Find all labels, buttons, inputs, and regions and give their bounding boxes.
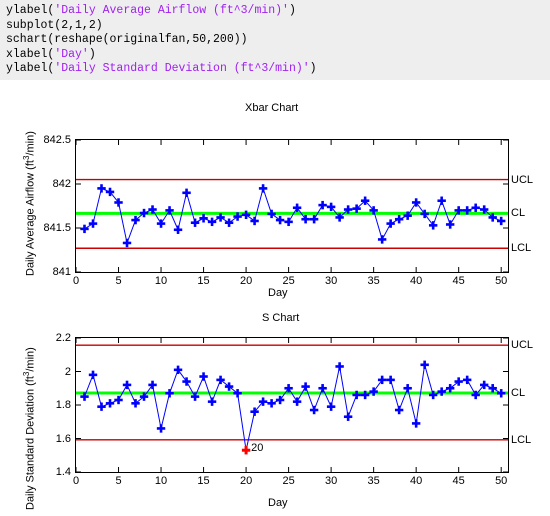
s-y-tick-label: 2 xyxy=(64,365,71,378)
s-chart-title: S Chart xyxy=(262,312,300,324)
code-token: ylabel( xyxy=(6,62,55,75)
xbar-x-tick-label: 0 xyxy=(72,275,80,287)
code-line: ylabel('Daily Average Airflow (ft^3/min)… xyxy=(6,4,544,19)
s-x-tick-label: 5 xyxy=(115,475,122,487)
xbar-x-tick-label: 10 xyxy=(154,275,168,287)
s-x-tick-label: 25 xyxy=(282,475,295,487)
code-snippet-block: ylabel('Daily Average Airflow (ft^3/min)… xyxy=(0,0,550,80)
xbar-x-tick-label: 20 xyxy=(239,275,253,287)
s-x-tick-label: 35 xyxy=(367,475,380,487)
code-line: schart(reshape(originalfan,50,200)) xyxy=(6,33,544,48)
xbar-chart-panel: Xbar Chart Daily Average Airflow (ft3/mi… xyxy=(0,80,550,299)
code-line: ylabel('Daily Standard Deviation (ft^3/m… xyxy=(6,62,544,77)
s-x-tick-label: 20 xyxy=(239,475,253,487)
code-string: 'Day' xyxy=(54,47,89,61)
s-y-tick-label: 1.4 xyxy=(55,466,71,478)
s-x-tick-label: 10 xyxy=(154,475,168,487)
code-token: ) xyxy=(309,62,317,75)
xbar-y-tick-label: 842.5 xyxy=(43,134,71,146)
s-y-tick-label: 1.6 xyxy=(55,432,71,445)
s-violation-label: 20 xyxy=(251,442,264,455)
s-x-axis-label: Day xyxy=(268,497,288,509)
code-string: 'Daily Standard Deviation (ft^3/min)' xyxy=(54,62,310,75)
xbar-x-tick-label: 50 xyxy=(495,275,508,287)
s-cl-label: CL xyxy=(511,386,526,399)
xbar-x-tick-label: 15 xyxy=(197,275,210,287)
xbar-x-tick-label: 35 xyxy=(367,275,380,287)
xbar-chart-title: Xbar Chart xyxy=(245,102,299,114)
matlab-figure: Xbar Chart Daily Average Airflow (ft3/mi… xyxy=(0,80,550,516)
s-lcl-label: LCL xyxy=(511,433,532,446)
code-line: subplot(2,1,2) xyxy=(6,19,544,34)
s-x-tick-label: 40 xyxy=(410,475,423,487)
code-string: 'Daily Average Airflow (ft^3/min)' xyxy=(54,4,289,17)
xbar-y-tick-label: 841.5 xyxy=(43,222,71,234)
xbar-x-tick-label: 25 xyxy=(282,275,295,287)
xbar-cl-label: CL xyxy=(511,207,526,220)
xbar-lcl-label: LCL xyxy=(511,242,532,255)
xbar-plot-box xyxy=(75,139,509,273)
code-token: schart(reshape(originalfan,50,200)) xyxy=(6,33,248,46)
s-x-tick-label: 30 xyxy=(324,475,338,487)
s-x-tick-label: 15 xyxy=(197,475,210,487)
s-x-tick-label: 45 xyxy=(452,475,465,487)
s-x-tick-label: 50 xyxy=(495,475,508,487)
code-token: ) xyxy=(288,4,296,17)
s-ucl-label: UCL xyxy=(511,339,534,352)
s-y-tick-label: 2.2 xyxy=(55,332,71,344)
code-token: ylabel( xyxy=(6,4,55,17)
xbar-x-tick-label: 5 xyxy=(115,275,122,287)
xbar-x-tick-label: 40 xyxy=(410,275,423,287)
xbar-y-tick-label: 841 xyxy=(52,266,71,278)
s-plot-svg xyxy=(76,338,508,472)
xbar-x-tick-label: 45 xyxy=(452,275,465,287)
code-token: ) xyxy=(88,47,96,61)
code-token: xlabel( xyxy=(6,47,55,61)
xbar-x-tick-label: 30 xyxy=(324,275,338,287)
code-line: xlabel('Day') xyxy=(6,48,544,63)
xbar-ucl-label: UCL xyxy=(511,173,534,186)
xbar-y-tick-label: 842 xyxy=(52,178,71,190)
s-plot-box xyxy=(75,337,509,473)
s-chart-panel: S Chart Daily Standard Deviation (ft3/mi… xyxy=(0,298,550,516)
xbar-y-axis-label: Daily Average Airflow (ft3/min) xyxy=(22,131,37,276)
s-y-tick-label: 1.8 xyxy=(55,399,71,411)
code-token: subplot(2,1,2) xyxy=(6,18,103,32)
s-x-tick-label: 0 xyxy=(72,475,80,487)
xbar-plot-svg xyxy=(76,140,508,272)
